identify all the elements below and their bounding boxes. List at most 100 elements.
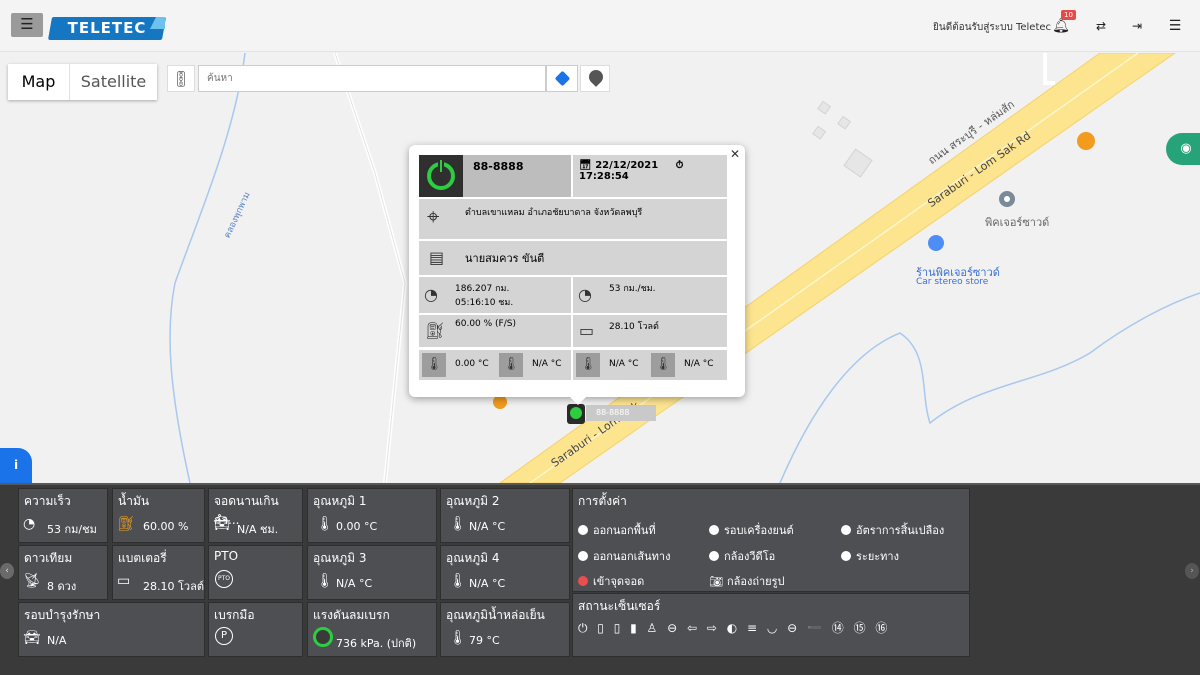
tile-temp4: อุณหภูมิ 4 🌡︎ N/A °C [440, 545, 570, 600]
location-pin-icon[interactable] [580, 65, 610, 92]
globe-icon[interactable]: ◉ [1166, 133, 1200, 165]
welcome-text: ยินดีต้อนรับสู่ระบบ Teletec [933, 22, 1052, 33]
popup-driver-name: นายสมควร ขันตี [465, 252, 545, 265]
option-parking[interactable]: เข้าจุดจอด [578, 572, 644, 590]
tile-handbrake: เบรกมือ P [208, 602, 303, 657]
tile-air-pressure: แรงดันลมเบรก 736 kPa. (ปกติ) [307, 602, 437, 657]
speedometer-icon: ◔ [578, 285, 592, 304]
popup-temps-right: 🌡︎ N/A °C 🌡︎ N/A °C [573, 350, 727, 380]
popup-battery: ▭ 28.10 โวลต์ [573, 315, 727, 347]
popup-speed-value: 53 กม./ชม. [609, 284, 656, 294]
power-status-icon [419, 155, 463, 197]
tile-pto: PTO PTO [208, 545, 303, 600]
tile-value: 53 กม/ชม [47, 523, 97, 536]
popup-odometer: ◔ 186.207 กม. 05:16:10 ชม. [419, 277, 571, 313]
notification-badge: 10 [1061, 10, 1076, 20]
traffic-light-icon[interactable]: 🚦︎ [167, 65, 195, 92]
popup-speed: ◔ 53 กม./ชม. [573, 277, 727, 313]
option-video[interactable]: กล้องวีดีโอ [709, 547, 775, 565]
poi-label-1[interactable]: พิคเจอร์ซาวด์ [985, 213, 1049, 231]
scroll-left-icon[interactable]: ‹ [0, 563, 14, 579]
tile-value: 736 kPa. (ปกติ) [336, 637, 417, 650]
speedometer-icon: ◔ [23, 516, 36, 532]
tile-gps: ดาวเทียม 📡︎ 8 ดวง [18, 545, 108, 600]
option-camera[interactable]: 📷︎ กล้องถ่ายรูป [709, 572, 785, 590]
popup-battery-value: 28.10 โวลต์ [609, 322, 659, 332]
popup-odometer-value: 186.207 กม. [455, 284, 510, 294]
odometer-icon: ◔ [424, 285, 438, 304]
info-icon[interactable]: i [0, 448, 32, 483]
clock-icon: ⏱︎ [675, 160, 684, 171]
popup-fuel-value: 60.00 % (F/S) [455, 319, 516, 329]
sensor-status-panel: สถานะเซ็นเซอร์ ⏻ ▯ ▯ ▮ ♙ ⊖ ⇦ ⇨ ◐ ≡ ◡ ⊖ ➖… [572, 593, 970, 657]
tile-value: 79 °C [469, 634, 500, 647]
option-label: เข้าจุดจอด [593, 575, 645, 588]
option-engine-rpm[interactable]: รอบเครื่องยนต์ [709, 521, 794, 539]
tile-value: N/A °C [469, 520, 506, 533]
tile-maintenance: รอบบำรุงรักษา 🚘︎ N/A [18, 602, 205, 657]
popup-location-text: ตำบลเขาแหลม อำเภอชัยบาดาล จังหวัดลพบุรี [465, 208, 643, 218]
fuel-icon: ⛽︎ [117, 516, 135, 532]
tile-title: น้ำมัน [118, 494, 150, 508]
thermometer-icon: 🌡︎ [316, 573, 334, 589]
option-label: รอบเครื่องยนต์ [724, 524, 794, 537]
dashboard-panel: ‹ › ความเร็ว ◔ 53 กม/ชม น้ำมัน ⛽︎ 60.00 … [0, 483, 1200, 675]
popup-driver: ▤ นายสมควร ขันตี [419, 241, 727, 275]
option-label: กล้องวีดีโอ [724, 550, 776, 563]
tile-value: N/A °C [469, 577, 506, 590]
vehicle-marker[interactable] [567, 404, 585, 424]
tile-value: N/A °C [336, 577, 373, 590]
settings-menu-icon[interactable]: ☰ [1164, 15, 1186, 37]
calendar-icon: 📅︎ [579, 160, 592, 171]
language-icon[interactable]: ⇄ [1090, 15, 1112, 37]
tile-title: ดาวเทียม [24, 551, 73, 565]
option-geofence[interactable]: ออกนอกพื้นที่ [578, 521, 656, 539]
map-type-satellite[interactable]: Satellite [70, 64, 157, 100]
popup-tail [569, 396, 587, 405]
scroll-right-icon[interactable]: › [1185, 563, 1199, 579]
top-bar: ☰ TELETEC ยินดีต้อนรับสู่ระบบ Teletec 🔔︎… [0, 0, 1200, 52]
map-area[interactable]: Map Satellite 🚦︎ ถนน สระบุรี - หล่มสัก S… [0, 53, 1200, 483]
tile-title: แบตเตอรี่ [118, 551, 167, 565]
camera-icon: 📷︎ [709, 575, 723, 588]
option-fuel-rate[interactable]: อัตราการสิ้นเปลือง [841, 521, 944, 539]
hamburger-icon[interactable]: ☰ [11, 13, 43, 37]
logout-icon[interactable]: ⇥ [1126, 15, 1148, 37]
popup-temp3: N/A °C [609, 359, 639, 369]
car-icon: 🚘︎ [213, 516, 231, 532]
tile-value: 28.10 โวลต์ [143, 580, 204, 593]
popup-temp2: N/A °C [532, 359, 562, 369]
popup-temp1: 0.00 °C [455, 359, 489, 369]
tile-temp3: อุณหภูมิ 3 🌡︎ N/A °C [307, 545, 437, 600]
option-route[interactable]: ออกนอกเส้นทาง [578, 547, 670, 565]
popup-fuel: ⛽︎ 60.00 % (F/S) [419, 315, 571, 347]
option-distance[interactable]: ระยะทาง [841, 547, 899, 565]
tile-temp2: อุณหภูมิ 2 🌡︎ N/A °C [440, 488, 570, 543]
popup-date: 22/12/2021 [595, 160, 659, 171]
sensor-icons: ⏻ ▯ ▯ ▮ ♙ ⊖ ⇦ ⇨ ◐ ≡ ◡ ⊖ ➖ ⑭ ⑮ ⑯ [578, 621, 891, 635]
sensor-title: สถานะเซ็นเซอร์ [578, 599, 661, 613]
tile-value: N/A ชม. [237, 523, 279, 536]
fuel-icon: ⛽︎ [425, 321, 446, 340]
vehicle-info-popup: ✕ 88-8888 📅︎ 22/12/2021 ⏱︎ 17:28:54 ⌖ ตำ… [409, 145, 745, 405]
search-bar: 🚦︎ [167, 65, 610, 92]
directions-icon[interactable] [546, 65, 578, 92]
tile-value: 8 ดวง [47, 580, 77, 593]
battery-icon: ▭ [117, 573, 131, 589]
tile-temp1: อุณหภูมิ 1 🌡︎ 0.00 °C [307, 488, 437, 543]
thermometer-icon: 🌡︎ [449, 516, 467, 532]
tile-title: อุณหภูมิน้ำหล่อเย็น [446, 608, 545, 622]
option-label: กล้องถ่ายรูป [726, 575, 785, 588]
logo[interactable]: TELETEC [47, 17, 167, 40]
tile-title: PTO [214, 549, 239, 563]
map-type-map[interactable]: Map [8, 64, 70, 100]
brake-air-icon [313, 627, 333, 647]
popup-engine-hours: 05:16:10 ชม. [455, 298, 514, 308]
close-icon[interactable]: ✕ [730, 147, 740, 161]
option-label: ระยะทาง [856, 550, 899, 563]
option-label: อัตราการสิ้นเปลือง [856, 524, 945, 537]
tile-value: N/A [47, 634, 67, 647]
search-input[interactable] [198, 65, 546, 92]
car-wrench-icon: 🚘︎ [23, 630, 41, 646]
battery-icon: ▭ [579, 321, 595, 340]
